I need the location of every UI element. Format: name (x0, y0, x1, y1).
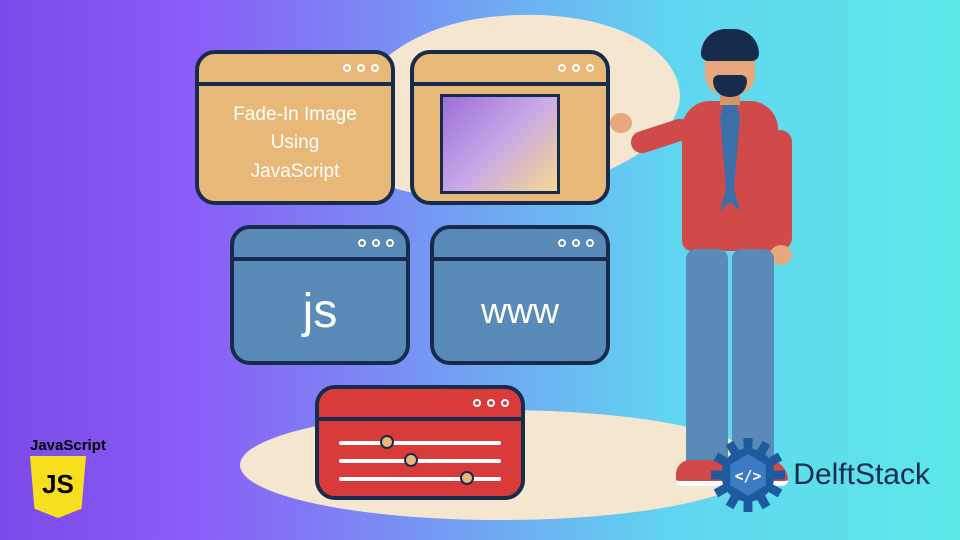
dot-icon (372, 239, 380, 247)
javascript-logo-text: JavaScript (30, 437, 106, 454)
card-gradient (410, 50, 610, 205)
beard-icon (713, 75, 747, 97)
slider-track (339, 441, 501, 445)
dot-icon (386, 239, 394, 247)
dot-icon (558, 64, 566, 72)
dot-icon (343, 64, 351, 72)
title-line: Using (233, 129, 357, 158)
dot-icon (572, 239, 580, 247)
card-www: www (430, 225, 610, 365)
javascript-logo: JavaScript JS (30, 437, 106, 518)
card-js: js (230, 225, 410, 365)
dot-icon (487, 399, 495, 407)
dot-icon (586, 64, 594, 72)
slider-knob-icon (460, 471, 474, 485)
dot-icon (358, 239, 366, 247)
slider-knob-icon (380, 435, 394, 449)
dot-icon (558, 239, 566, 247)
dot-icon (572, 64, 580, 72)
window-controls (434, 229, 606, 261)
gradient-image-icon (440, 94, 560, 194)
window-controls (414, 54, 606, 86)
window-controls (199, 54, 391, 86)
dot-icon (357, 64, 365, 72)
dot-icon (371, 64, 379, 72)
dot-icon (586, 239, 594, 247)
card-title: Fade-In Image Using JavaScript (195, 50, 395, 205)
js-label: js (303, 284, 338, 339)
title-line: JavaScript (233, 158, 357, 187)
javascript-shield-icon: JS (30, 456, 86, 518)
slider-group (339, 437, 501, 481)
slider-knob-icon (404, 453, 418, 467)
delftstack-logo: </> DelftStack (711, 438, 930, 512)
hand-icon (610, 113, 632, 133)
svg-text:</>: </> (735, 468, 762, 485)
title-text: Fade-In Image Using JavaScript (225, 93, 365, 195)
slider-track (339, 459, 501, 463)
delftstack-gear-icon: </> (711, 438, 785, 512)
head-icon (705, 35, 755, 95)
arm-icon (768, 130, 792, 250)
dot-icon (473, 399, 481, 407)
window-controls (234, 229, 406, 261)
dot-icon (501, 399, 509, 407)
slider-track (339, 477, 501, 481)
card-sliders (315, 385, 525, 500)
hair-icon (701, 29, 759, 61)
delftstack-text: DelftStack (793, 458, 930, 492)
title-line: Fade-In Image (233, 101, 357, 130)
window-controls (319, 389, 521, 421)
www-label: www (481, 290, 559, 332)
